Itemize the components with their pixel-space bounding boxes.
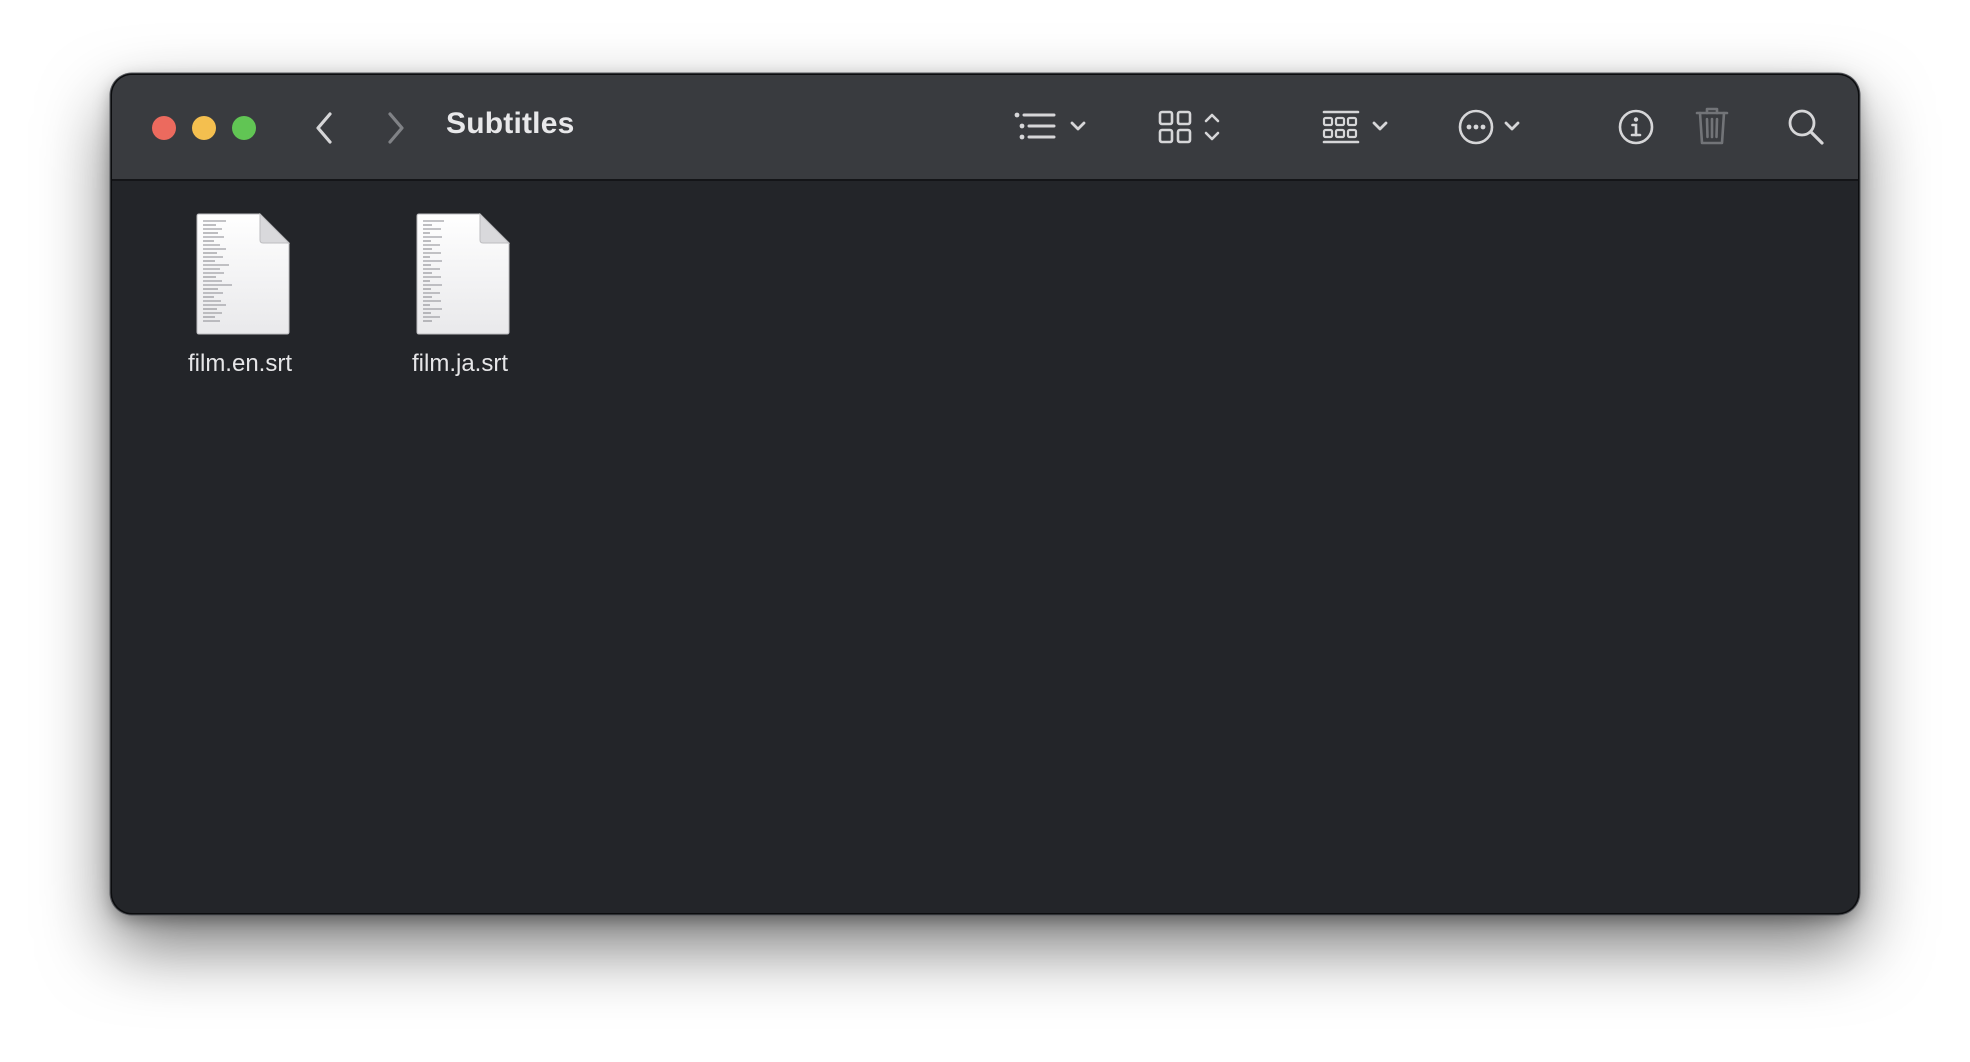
list-view-icon[interactable] — [1012, 109, 1102, 145]
finder-window: Subtitles film.en.srt film.ja.srt — [112, 75, 1858, 913]
search-icon[interactable] — [1786, 107, 1826, 147]
group-icon[interactable] — [1322, 109, 1402, 145]
file-item[interactable]: film.en.srt — [150, 205, 330, 385]
minimize-button[interactable] — [192, 116, 216, 140]
trash-icon[interactable] — [1694, 105, 1730, 147]
toolbar: Subtitles — [112, 75, 1858, 181]
info-icon[interactable] — [1616, 107, 1656, 147]
zoom-button[interactable] — [232, 116, 256, 140]
file-area: film.en.srt film.ja.srt — [112, 181, 1858, 913]
more-icon[interactable] — [1458, 107, 1538, 147]
grid-view-icon[interactable] — [1157, 109, 1237, 145]
text-document-icon — [196, 213, 290, 335]
text-document-icon — [416, 213, 510, 335]
file-name: film.ja.srt — [412, 350, 508, 377]
chevron-right-icon[interactable] — [380, 109, 410, 147]
window-title: Subtitles — [446, 107, 575, 140]
chevron-left-icon[interactable] — [310, 109, 340, 147]
close-button[interactable] — [152, 116, 176, 140]
file-name: film.en.srt — [187, 350, 292, 377]
file-item[interactable]: film.ja.srt — [370, 205, 550, 385]
